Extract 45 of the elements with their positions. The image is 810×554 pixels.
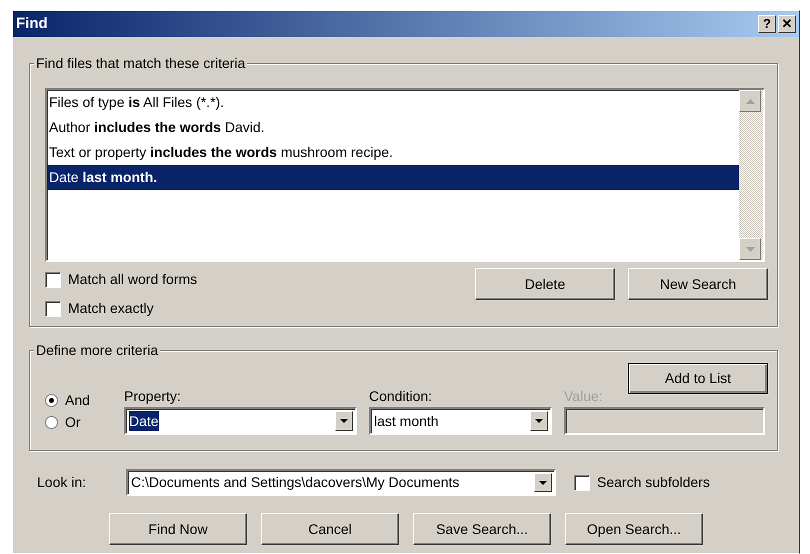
caret-icon bbox=[535, 419, 543, 423]
property-label: Property: bbox=[124, 387, 182, 406]
checkbox[interactable] bbox=[574, 474, 590, 490]
new-search-button[interactable]: New Search bbox=[628, 268, 768, 300]
scroll-down-button[interactable] bbox=[739, 238, 761, 260]
caret-icon bbox=[539, 480, 547, 484]
look-in-dropdown[interactable]: C:\Documents and Settings\dacovers\My Documents bbox=[126, 469, 556, 496]
criteria-item[interactable]: Text or property includes the words mushroom recipe. bbox=[47, 140, 739, 165]
scroll-up-button[interactable] bbox=[739, 90, 761, 112]
help-button[interactable]: ? bbox=[758, 15, 776, 33]
checkbox[interactable] bbox=[45, 300, 61, 316]
group-title: Find files that match these criteria bbox=[34, 55, 248, 71]
checkbox[interactable] bbox=[45, 272, 61, 288]
find-now-button[interactable]: Find Now bbox=[109, 513, 247, 545]
radio-label: Or bbox=[65, 413, 81, 432]
checkbox-label: Match all word forms bbox=[68, 270, 198, 289]
checkbox-label: Search subfolders bbox=[597, 473, 710, 492]
scrollbar[interactable] bbox=[739, 90, 763, 260]
down-arrow-icon bbox=[746, 246, 754, 252]
cancel-button[interactable]: Cancel bbox=[261, 513, 399, 545]
caret-icon bbox=[340, 419, 348, 423]
condition-dropdown[interactable]: last month bbox=[369, 407, 552, 435]
radio-label: And bbox=[65, 391, 90, 410]
radio-button[interactable] bbox=[45, 394, 58, 407]
criteria-item[interactable]: Date last month. bbox=[47, 165, 739, 190]
group-title: Define more criteria bbox=[34, 342, 160, 358]
radio-button[interactable] bbox=[45, 416, 58, 429]
delete-button[interactable]: Delete bbox=[475, 268, 615, 300]
dropdown-button[interactable] bbox=[335, 411, 353, 431]
dropdown-button[interactable] bbox=[530, 411, 548, 431]
save-search-button[interactable]: Save Search... bbox=[413, 513, 551, 545]
property-dropdown[interactable]: Date bbox=[124, 407, 357, 435]
checkbox-label: Match exactly bbox=[68, 299, 154, 318]
look-in-label: Look in: bbox=[37, 473, 88, 492]
up-arrow-icon bbox=[746, 98, 754, 104]
add-to-list-button[interactable]: Add to List bbox=[628, 363, 768, 394]
criteria-item[interactable]: Files of type is All Files (*.*). bbox=[47, 90, 739, 115]
window-title: Find bbox=[16, 14, 48, 34]
value-field[interactable] bbox=[564, 407, 765, 435]
open-search-button[interactable]: Open Search... bbox=[565, 513, 703, 545]
close-button[interactable]: ✕ bbox=[778, 15, 796, 33]
dropdown-button[interactable] bbox=[534, 473, 552, 492]
condition-label: Condition: bbox=[369, 387, 434, 406]
criteria-list[interactable]: Files of type is All Files (*.*). Author includes the words David. Text or property includes the words mushroom recipe. Date last month. bbox=[45, 88, 765, 262]
criteria-item[interactable]: Author includes the words David. bbox=[47, 115, 739, 140]
